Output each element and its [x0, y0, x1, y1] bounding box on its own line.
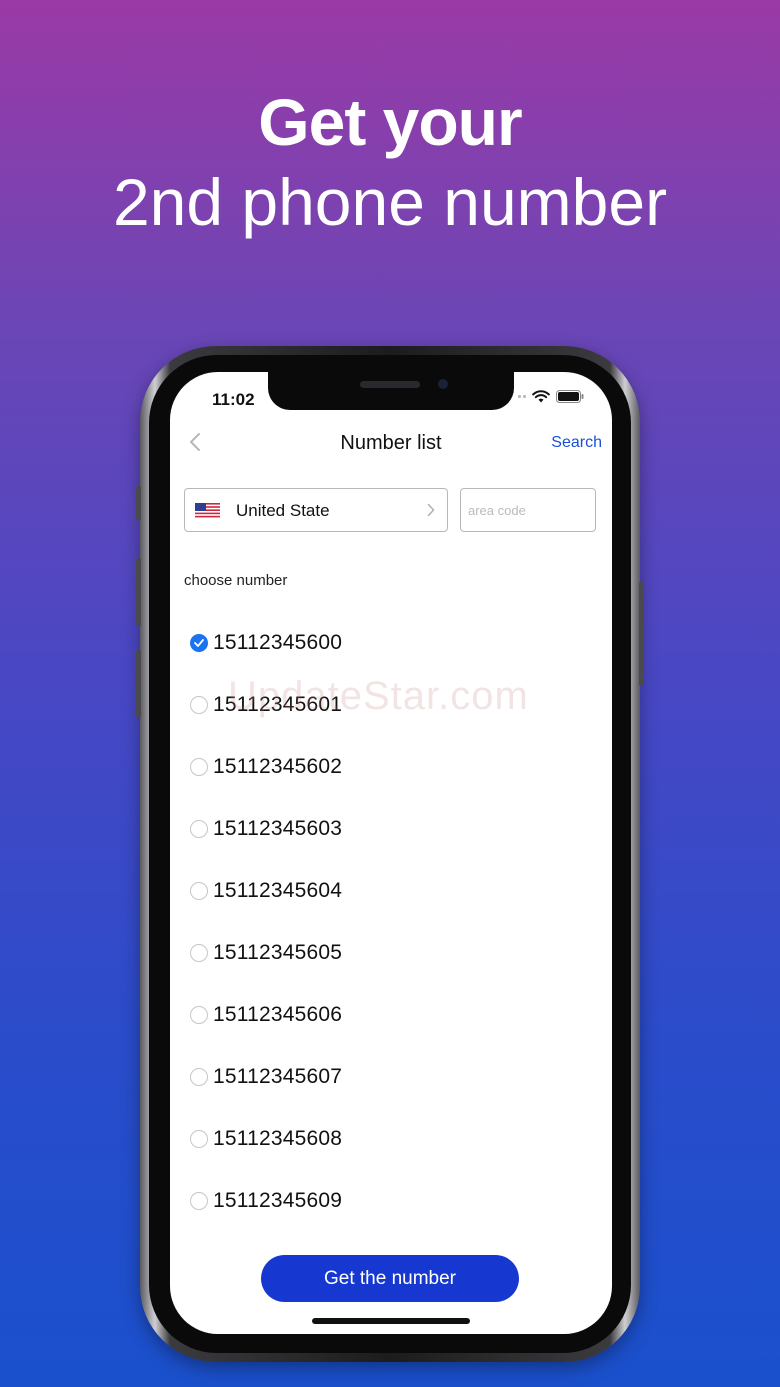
number-row[interactable]: 15112345602 — [190, 736, 590, 798]
promo-headline-bold: Get your — [258, 85, 522, 159]
phone-number: 15112345606 — [213, 1003, 343, 1026]
radio-button[interactable] — [190, 882, 208, 900]
radio-button[interactable] — [190, 820, 208, 838]
front-camera — [438, 379, 448, 389]
phone-number: 15112345603 — [213, 817, 343, 840]
home-indicator[interactable] — [312, 1318, 470, 1324]
number-row[interactable]: 15112345609 — [190, 1170, 590, 1232]
phone-number: 15112345601 — [213, 693, 343, 716]
signal-icon — [518, 395, 526, 398]
number-row[interactable]: 15112345603 — [190, 798, 590, 860]
us-flag-icon — [195, 503, 220, 518]
phone-number: 15112345608 — [213, 1127, 343, 1150]
number-row[interactable]: 15112345600 — [190, 612, 590, 674]
section-label: choose number — [184, 572, 288, 589]
number-row[interactable]: 15112345604 — [190, 860, 590, 922]
number-row[interactable]: 15112345606 — [190, 984, 590, 1046]
radio-button[interactable] — [190, 696, 208, 714]
chevron-right-icon — [427, 503, 435, 517]
wifi-icon — [532, 390, 550, 403]
number-row[interactable]: 15112345607 — [190, 1046, 590, 1108]
radio-button[interactable] — [190, 1068, 208, 1086]
volume-down-button — [136, 650, 141, 718]
number-row[interactable]: 15112345608 — [190, 1108, 590, 1170]
checkmark-icon — [194, 639, 204, 647]
radio-button[interactable] — [190, 634, 208, 652]
silent-switch — [136, 486, 141, 520]
phone-screen: 11:02 Number list Search United State ar… — [170, 372, 612, 1334]
country-selector[interactable]: United State — [184, 488, 448, 532]
get-number-button[interactable]: Get the number — [261, 1255, 519, 1302]
number-row[interactable]: 15112345605 — [190, 922, 590, 984]
notch — [268, 372, 514, 410]
country-name: United State — [236, 501, 330, 520]
radio-button[interactable] — [190, 1130, 208, 1148]
speaker — [360, 381, 420, 388]
phone-number: 15112345607 — [213, 1065, 343, 1088]
volume-up-button — [136, 558, 141, 626]
status-time: 11:02 — [212, 390, 255, 409]
phone-number: 15112345600 — [213, 631, 343, 654]
number-row[interactable]: 15112345601 — [190, 674, 590, 736]
phone-number: 15112345609 — [213, 1189, 343, 1212]
battery-icon — [556, 390, 584, 403]
radio-button[interactable] — [190, 944, 208, 962]
radio-button[interactable] — [190, 758, 208, 776]
promo-headline: 2nd phone number — [112, 165, 668, 239]
search-button[interactable]: Search — [551, 434, 602, 452]
phone-number: 15112345602 — [213, 755, 343, 778]
power-button — [639, 582, 644, 686]
phone-number: 15112345604 — [213, 879, 343, 902]
page-title: Number list — [340, 432, 442, 454]
radio-button[interactable] — [190, 1192, 208, 1210]
area-code-input[interactable] — [460, 488, 596, 532]
phone-number: 15112345605 — [213, 941, 343, 964]
status-icons — [518, 390, 584, 403]
number-list: 15112345600 15112345601 15112345602 1511… — [190, 612, 590, 1232]
radio-button[interactable] — [190, 1006, 208, 1024]
